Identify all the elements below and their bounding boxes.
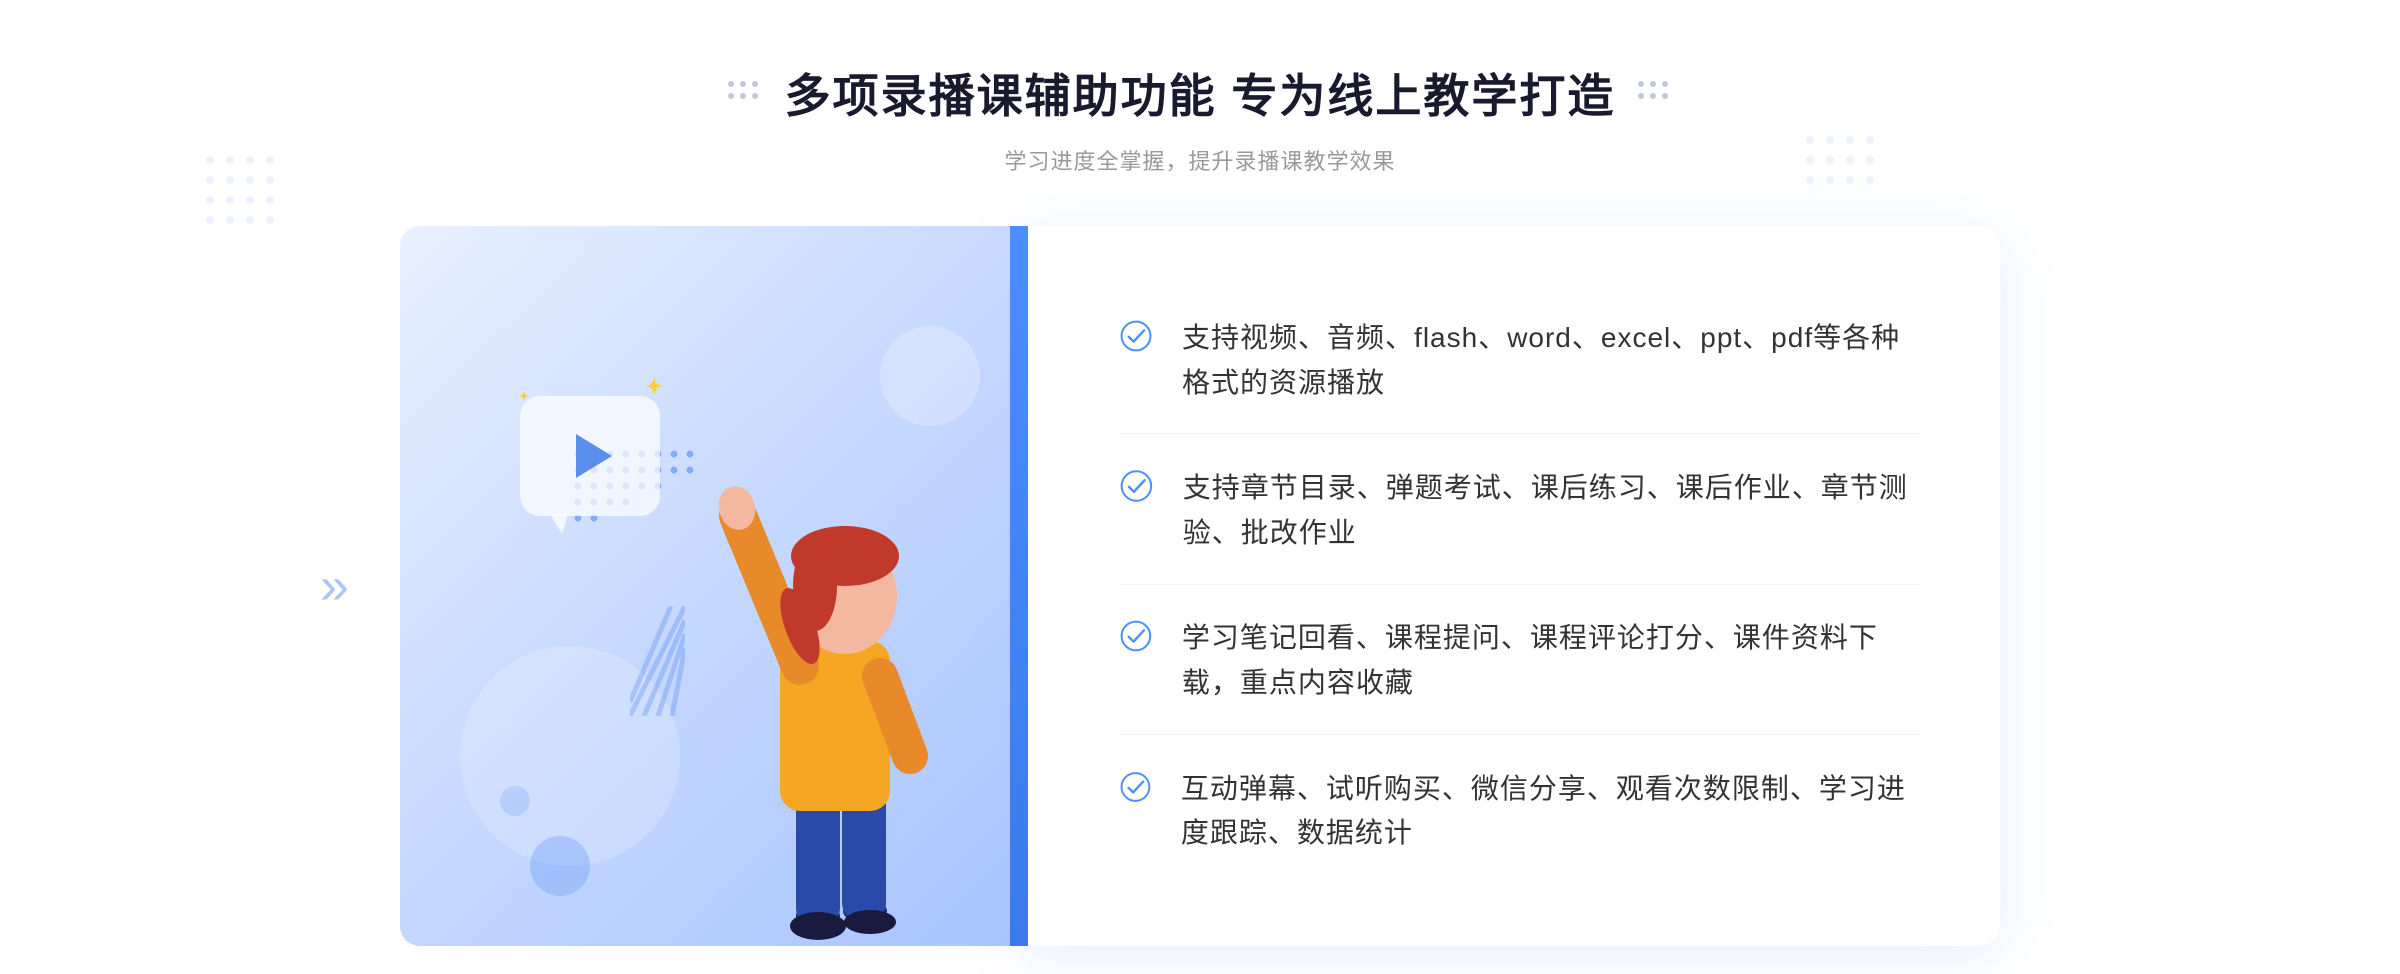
title-dots-right — [1635, 78, 1675, 108]
illustration-panel: ✦ ✦ — [400, 226, 1020, 946]
illus-circle-medium — [880, 326, 980, 426]
human-figure-illustration — [670, 426, 990, 946]
sparkle-icon-1: ✦ — [645, 374, 663, 400]
check-icon-3 — [1120, 616, 1152, 656]
play-button-bubble[interactable] — [520, 396, 660, 516]
title-row: 多项录播课辅助功能 专为线上教学打造 — [725, 60, 1676, 126]
features-panel: 支持视频、音频、flash、word、excel、ppt、pdf等各种格式的资源… — [1020, 226, 2000, 946]
feature-text-3: 学习笔记回看、课程提问、课程评论打分、课件资料下载，重点内容收藏 — [1182, 616, 1920, 706]
check-icon-4 — [1120, 767, 1151, 807]
main-title: 多项录播课辅助功能 专为线上教学打造 — [785, 60, 1616, 126]
sparkle-icon-2: ✦ — [518, 388, 530, 405]
blue-accent-sidebar — [1010, 226, 1028, 946]
feature-item-3: 学习笔记回看、课程提问、课程评论打分、课件资料下载，重点内容收藏 — [1120, 588, 1920, 735]
page-container: 多项录播课辅助功能 专为线上教学打造 学习进度全掌握，提升录播课教学效果 » — [0, 0, 2400, 974]
feature-item-4: 互动弹幕、试听购买、微信分享、观看次数限制、学习进度跟踪、数据统计 — [1120, 739, 1920, 885]
play-triangle-icon — [576, 434, 612, 478]
feature-item-2: 支持章节目录、弹题考试、课后练习、课后作业、章节测验、批改作业 — [1120, 438, 1920, 585]
left-chevron-icon: » — [320, 556, 349, 616]
deco-circle-bottom-left — [530, 836, 590, 896]
decorative-dots-right — [1800, 130, 1900, 230]
title-dots-left — [725, 78, 765, 108]
deco-circle-tiny — [500, 786, 530, 816]
feature-text-1: 支持视频、音频、flash、word、excel、ppt、pdf等各种格式的资源… — [1182, 316, 1920, 406]
feature-text-4: 互动弹幕、试听购买、微信分享、观看次数限制、学习进度跟踪、数据统计 — [1181, 767, 1920, 857]
check-icon-1 — [1120, 316, 1152, 356]
decorative-dots-left — [200, 150, 320, 270]
subtitle: 学习进度全掌握，提升录播课教学效果 — [725, 144, 1676, 176]
feature-item-1: 支持视频、音频、flash、word、excel、ppt、pdf等各种格式的资源… — [1120, 288, 1920, 435]
content-area: » — [400, 226, 2000, 946]
feature-text-2: 支持章节目录、弹题考试、课后练习、课后作业、章节测验、批改作业 — [1183, 466, 1920, 556]
check-icon-2 — [1120, 466, 1153, 506]
header-section: 多项录播课辅助功能 专为线上教学打造 学习进度全掌握，提升录播课教学效果 — [725, 60, 1676, 176]
